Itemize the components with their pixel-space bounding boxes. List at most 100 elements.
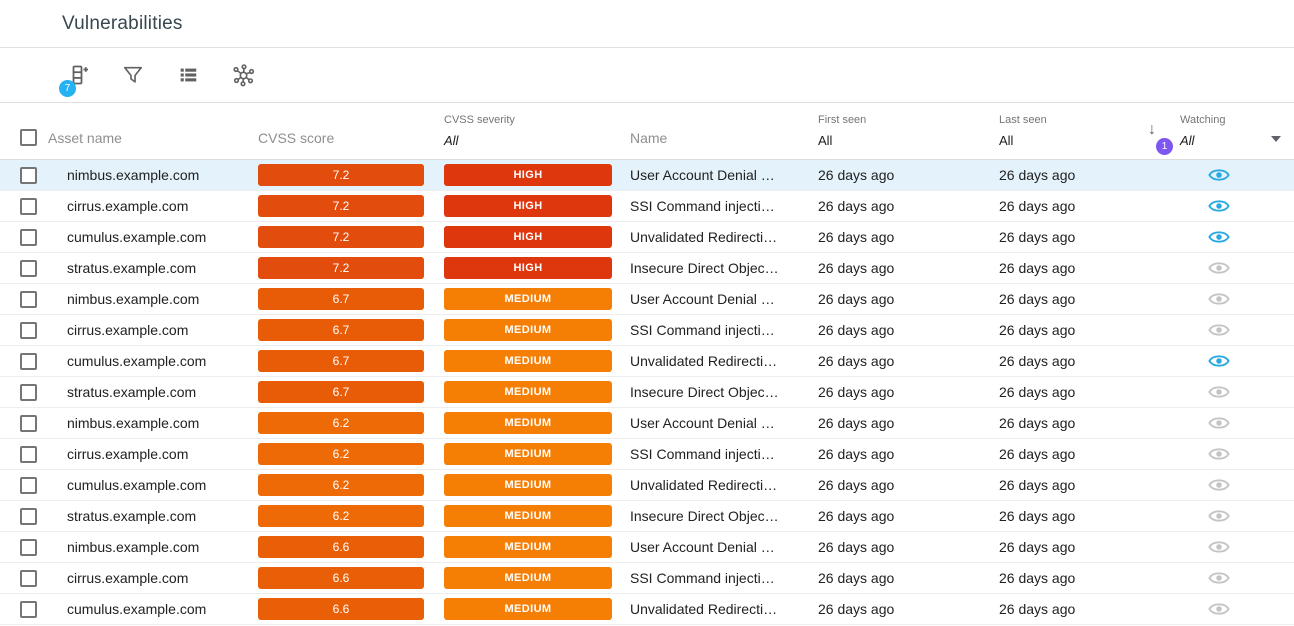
watching-cell <box>1180 377 1258 407</box>
table-row[interactable]: nimbus.example.com 7.2 HIGH User Account… <box>0 160 1294 191</box>
vulnerability-name: SSI Command injecti… <box>630 570 775 586</box>
score-cell: 6.2 <box>240 470 424 500</box>
row-checkbox[interactable] <box>20 446 37 463</box>
row-checkbox[interactable] <box>20 477 37 494</box>
table-row[interactable]: cirrus.example.com 6.6 MEDIUM SSI Comman… <box>0 563 1294 594</box>
cvss-severity-label: HIGH <box>513 200 542 212</box>
cvss-score-bar: 7.2 <box>258 164 424 186</box>
table-row[interactable]: nimbus.example.com 6.6 MEDIUM User Accou… <box>0 532 1294 563</box>
name-cell: SSI Command injecti… <box>614 191 804 221</box>
score-cell: 6.6 <box>240 594 424 624</box>
row-checkbox[interactable] <box>20 353 37 370</box>
sort-control[interactable]: ↓ 1 <box>1148 121 1174 149</box>
watching-eye-icon[interactable] <box>1208 257 1230 279</box>
watching-eye-icon[interactable] <box>1208 443 1230 465</box>
cvss-severity-badge: MEDIUM <box>444 567 612 589</box>
asset-cell: cumulus.example.com <box>48 594 240 624</box>
list-view-button[interactable] <box>172 59 204 91</box>
table-row[interactable]: stratus.example.com 7.2 HIGH Insecure Di… <box>0 253 1294 284</box>
header-first-seen-filter[interactable]: First seen All <box>804 103 990 159</box>
vulnerability-name: Insecure Direct Objec… <box>630 508 779 524</box>
table-row[interactable]: cirrus.example.com 6.2 MEDIUM SSI Comman… <box>0 439 1294 470</box>
name-cell: User Account Denial … <box>614 284 804 314</box>
first-seen-value: 26 days ago <box>818 291 894 307</box>
row-checkbox-cell <box>0 408 48 438</box>
row-checkbox[interactable] <box>20 167 37 184</box>
toolbar: 7 <box>0 48 1294 103</box>
watching-eye-icon[interactable] <box>1208 474 1230 496</box>
graph-view-button[interactable] <box>227 59 259 91</box>
add-column-button[interactable]: 7 <box>62 59 94 91</box>
last-seen-value: 26 days ago <box>999 570 1075 586</box>
severity-cell: MEDIUM <box>424 532 614 562</box>
table-row[interactable]: nimbus.example.com 6.7 MEDIUM User Accou… <box>0 284 1294 315</box>
cvss-score-value: 6.7 <box>333 354 350 368</box>
asset-cell: nimbus.example.com <box>48 160 240 190</box>
first-seen-cell: 26 days ago <box>804 501 990 531</box>
watching-eye-icon[interactable] <box>1208 288 1230 310</box>
name-cell: Insecure Direct Objec… <box>614 377 804 407</box>
watching-eye-icon[interactable] <box>1208 505 1230 527</box>
vulnerability-name: Unvalidated Redirecti… <box>630 477 777 493</box>
cvss-score-value: 7.2 <box>333 261 350 275</box>
last-seen-cell: 26 days ago <box>990 594 1140 624</box>
row-checkbox[interactable] <box>20 322 37 339</box>
table-row[interactable]: cumulus.example.com 7.2 HIGH Unvalidated… <box>0 222 1294 253</box>
row-checkbox[interactable] <box>20 229 37 246</box>
asset-cell: cumulus.example.com <box>48 470 240 500</box>
row-checkbox[interactable] <box>20 415 37 432</box>
last-seen-value: 26 days ago <box>999 384 1075 400</box>
table-row[interactable]: cumulus.example.com 6.7 MEDIUM Unvalidat… <box>0 346 1294 377</box>
row-checkbox[interactable] <box>20 539 37 556</box>
cvss-severity-label: MEDIUM <box>504 479 551 491</box>
watching-eye-icon[interactable] <box>1208 536 1230 558</box>
asset-cell: nimbus.example.com <box>48 532 240 562</box>
first-seen-value: 26 days ago <box>818 322 894 338</box>
name-cell: Unvalidated Redirecti… <box>614 222 804 252</box>
row-checkbox-cell <box>0 191 48 221</box>
filter-button[interactable] <box>117 59 149 91</box>
sort-spacer-cell <box>1140 222 1180 252</box>
last-seen-cell: 26 days ago <box>990 377 1140 407</box>
severity-cell: MEDIUM <box>424 346 614 376</box>
row-checkbox[interactable] <box>20 508 37 525</box>
last-seen-cell: 26 days ago <box>990 501 1140 531</box>
watching-eye-icon[interactable] <box>1208 412 1230 434</box>
table-row[interactable]: cirrus.example.com 7.2 HIGH SSI Command … <box>0 191 1294 222</box>
header-watching-filter[interactable]: Watching All <box>1180 103 1258 159</box>
sort-spacer-cell <box>1140 377 1180 407</box>
first-seen-value: 26 days ago <box>818 477 894 493</box>
last-seen-value: 26 days ago <box>999 415 1075 431</box>
cvss-severity-badge: HIGH <box>444 226 612 248</box>
cvss-severity-label: MEDIUM <box>504 603 551 615</box>
row-checkbox[interactable] <box>20 291 37 308</box>
watching-eye-icon[interactable] <box>1208 567 1230 589</box>
asset-name: cirrus.example.com <box>67 322 188 338</box>
table-row[interactable]: stratus.example.com 6.7 MEDIUM Insecure … <box>0 377 1294 408</box>
table-row[interactable]: cumulus.example.com 6.6 MEDIUM Unvalidat… <box>0 594 1294 625</box>
table-row[interactable]: cumulus.example.com 6.2 MEDIUM Unvalidat… <box>0 470 1294 501</box>
table-row[interactable]: nimbus.example.com 6.2 MEDIUM User Accou… <box>0 408 1294 439</box>
watching-eye-icon[interactable] <box>1208 195 1230 217</box>
watching-eye-icon[interactable] <box>1208 598 1230 620</box>
select-all-checkbox[interactable] <box>20 129 37 146</box>
table-row[interactable]: stratus.example.com 6.2 MEDIUM Insecure … <box>0 501 1294 532</box>
chevron-down-icon[interactable] <box>1271 136 1281 142</box>
row-checkbox[interactable] <box>20 570 37 587</box>
watching-cell <box>1180 563 1258 593</box>
watching-eye-icon[interactable] <box>1208 319 1230 341</box>
row-checkbox[interactable] <box>20 384 37 401</box>
row-checkbox[interactable] <box>20 198 37 215</box>
table-row[interactable]: cirrus.example.com 6.7 MEDIUM SSI Comman… <box>0 315 1294 346</box>
watching-eye-icon[interactable] <box>1208 226 1230 248</box>
row-checkbox[interactable] <box>20 260 37 277</box>
row-checkbox[interactable] <box>20 601 37 618</box>
last-seen-value: 26 days ago <box>999 508 1075 524</box>
graph-view-icon <box>231 63 255 87</box>
header-last-seen-filter[interactable]: Last seen All <box>990 103 1140 159</box>
watching-eye-icon[interactable] <box>1208 381 1230 403</box>
watching-eye-icon[interactable] <box>1208 164 1230 186</box>
watching-eye-icon[interactable] <box>1208 350 1230 372</box>
cvss-score-bar: 6.2 <box>258 443 424 465</box>
header-cvss-severity-filter[interactable]: CVSS severity All <box>424 103 614 159</box>
